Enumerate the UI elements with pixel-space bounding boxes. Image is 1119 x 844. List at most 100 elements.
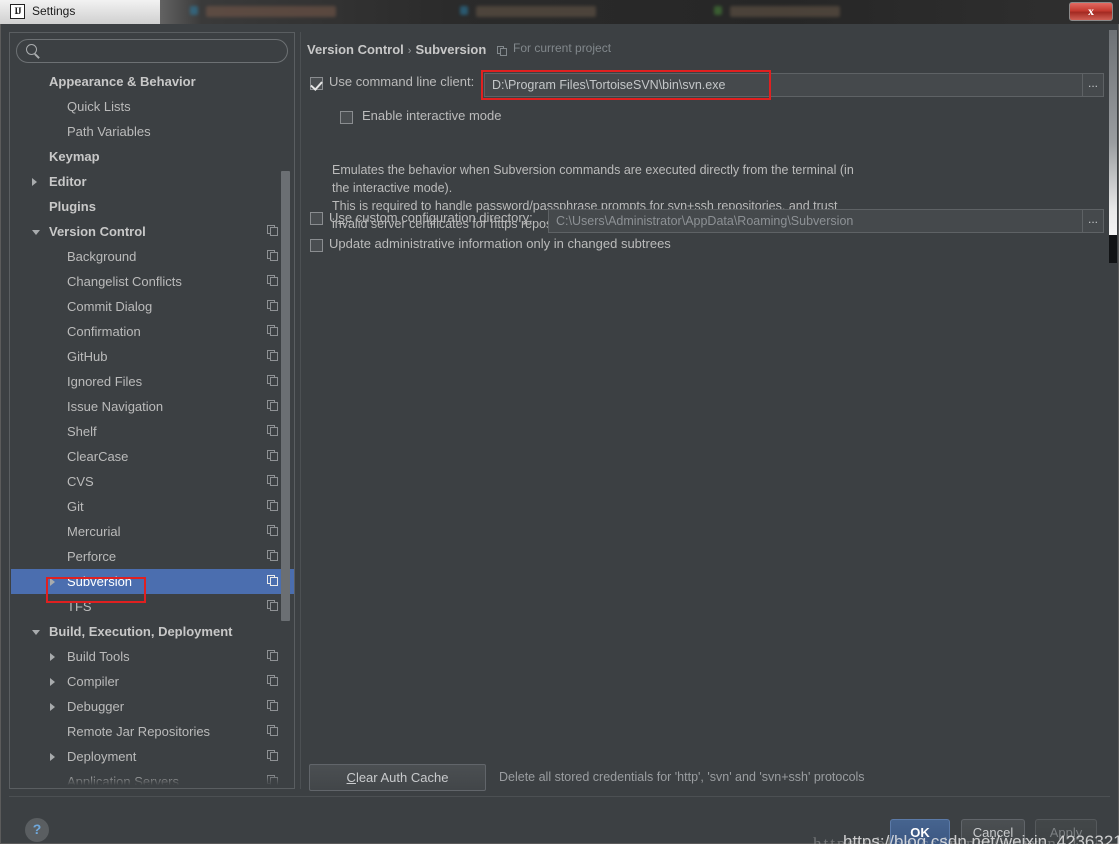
sidebar-item-keymap[interactable]: Keymap	[11, 144, 294, 169]
breadcrumb-root[interactable]: Version Control	[307, 42, 404, 57]
chevron-right-icon[interactable]	[50, 653, 55, 661]
copy-settings-icon[interactable]	[267, 350, 279, 362]
sidebar-item-label: Mercurial	[67, 524, 121, 539]
copy-settings-icon[interactable]	[267, 725, 279, 737]
sidebar-item-label: TFS	[67, 599, 92, 614]
use-command-line-client-checkbox[interactable]	[310, 77, 323, 90]
sidebar-item-mercurial[interactable]: Mercurial	[11, 519, 294, 544]
sidebar-item-ignored-files[interactable]: Ignored Files	[11, 369, 294, 394]
sidebar-item-issue-navigation[interactable]: Issue Navigation	[11, 394, 294, 419]
clear-auth-cache-note: Delete all stored credentials for 'http'…	[499, 770, 865, 784]
sidebar-item-clearcase[interactable]: ClearCase	[11, 444, 294, 469]
search-input[interactable]	[45, 41, 281, 61]
scope-label: For current project	[513, 41, 612, 55]
copy-settings-icon[interactable]	[267, 400, 279, 412]
sidebar-item-label: CVS	[67, 474, 94, 489]
copy-settings-icon[interactable]	[267, 650, 279, 662]
browse-custom-configuration-directory-button[interactable]: ...	[1082, 209, 1104, 233]
copy-settings-icon[interactable]	[267, 575, 279, 587]
chevron-right-icon[interactable]	[50, 753, 55, 761]
browse-command-line-client-button[interactable]: ...	[1082, 73, 1104, 97]
sidebar-item-compiler[interactable]: Compiler	[11, 669, 294, 694]
sidebar-item-cvs[interactable]: CVS	[11, 469, 294, 494]
sidebar-item-label: Path Variables	[67, 124, 151, 139]
chevron-down-icon[interactable]	[32, 230, 40, 235]
sidebar-item-label: ClearCase	[67, 449, 129, 464]
sidebar-item-label: Git	[67, 499, 84, 514]
copy-settings-icon[interactable]	[267, 325, 279, 337]
sidebar-item-label: Remote Jar Repositories	[67, 724, 211, 739]
ok-button[interactable]: OK	[890, 819, 950, 844]
copy-settings-icon[interactable]	[267, 450, 279, 462]
sidebar-item-label: Ignored Files	[67, 374, 143, 389]
chevron-down-icon[interactable]	[32, 630, 40, 635]
copy-settings-icon[interactable]	[267, 600, 279, 612]
chevron-right-icon[interactable]	[50, 703, 55, 711]
ghost-tab-1	[206, 6, 336, 17]
project-scope-icon	[497, 46, 508, 57]
copy-settings-icon[interactable]	[267, 375, 279, 387]
enable-interactive-mode-checkbox[interactable]	[340, 111, 353, 124]
command-line-client-path-input[interactable]: D:\Program Files\TortoiseSVN\bin\svn.exe	[484, 73, 1085, 97]
sidebar-item-debugger[interactable]: Debugger	[11, 694, 294, 719]
sidebar-item-deployment[interactable]: Deployment	[11, 744, 294, 769]
sidebar-item-version-control[interactable]: Version Control	[11, 219, 294, 244]
sidebar-item-confirmation[interactable]: Confirmation	[11, 319, 294, 344]
copy-settings-icon[interactable]	[267, 700, 279, 712]
copy-settings-icon[interactable]	[267, 250, 279, 262]
sidebar-item-editor[interactable]: Editor	[11, 169, 294, 194]
chevron-right-icon[interactable]	[32, 178, 37, 186]
main-panel-scrollbar-track[interactable]	[1109, 235, 1117, 263]
description-line-1: Emulates the behavior when Subversion co…	[332, 163, 854, 177]
copy-settings-icon[interactable]	[267, 300, 279, 312]
sidebar-item-shelf[interactable]: Shelf	[11, 419, 294, 444]
sidebar-item-plugins[interactable]: Plugins	[11, 194, 294, 219]
sidebar-main-divider	[300, 32, 301, 789]
main-panel-scrollbar[interactable]	[1109, 30, 1117, 235]
help-button[interactable]: ?	[25, 818, 49, 842]
copy-settings-icon[interactable]	[267, 525, 279, 537]
sidebar-item-remote-jar-repositories[interactable]: Remote Jar Repositories	[11, 719, 294, 744]
sidebar-item-label: Editor	[49, 174, 87, 189]
sidebar-item-perforce[interactable]: Perforce	[11, 544, 294, 569]
copy-settings-icon[interactable]	[267, 275, 279, 287]
chevron-right-icon[interactable]	[50, 678, 55, 686]
sidebar-item-github[interactable]: GitHub	[11, 344, 294, 369]
sidebar-item-quick-lists[interactable]: Quick Lists	[11, 94, 294, 119]
sidebar-scrollbar-thumb[interactable]	[281, 171, 290, 621]
chevron-right-icon[interactable]	[50, 578, 55, 586]
copy-settings-icon[interactable]	[267, 550, 279, 562]
copy-settings-icon[interactable]	[267, 425, 279, 437]
sidebar-item-label: Shelf	[67, 424, 97, 439]
ghost-tab-icon-3	[714, 6, 722, 15]
sidebar-item-path-variables[interactable]: Path Variables	[11, 119, 294, 144]
sidebar-item-background[interactable]: Background	[11, 244, 294, 269]
sidebar-item-label: Keymap	[49, 149, 100, 164]
sidebar-item-commit-dialog[interactable]: Commit Dialog	[11, 294, 294, 319]
clear-auth-cache-button[interactable]: Clear Auth Cache	[309, 764, 486, 791]
copy-settings-icon[interactable]	[267, 500, 279, 512]
sidebar-item-appearance-behavior[interactable]: Appearance & Behavior	[11, 69, 294, 94]
custom-configuration-directory-input[interactable]: C:\Users\Administrator\AppData\Roaming\S…	[548, 209, 1085, 233]
sidebar-item-git[interactable]: Git	[11, 494, 294, 519]
update-administrative-information-checkbox[interactable]	[310, 239, 323, 252]
copy-settings-icon[interactable]	[267, 225, 279, 237]
settings-search-box[interactable]	[16, 39, 288, 63]
sidebar-item-label: Issue Navigation	[67, 399, 164, 414]
use-custom-configuration-directory-checkbox[interactable]	[310, 212, 323, 225]
copy-settings-icon[interactable]	[267, 750, 279, 762]
settings-tree[interactable]: Appearance & Behavior Quick Lists Path Var…	[11, 69, 294, 787]
sidebar-item-build-execution-deployment[interactable]: Build, Execution, Deployment	[11, 619, 294, 644]
sidebar-item-build-tools[interactable]: Build Tools	[11, 644, 294, 669]
close-window-button[interactable]: x	[1069, 2, 1113, 21]
copy-settings-icon[interactable]	[267, 475, 279, 487]
cancel-button[interactable]: Cancel	[961, 819, 1025, 844]
copy-settings-icon[interactable]	[267, 675, 279, 687]
sidebar-item-changelist-conflicts[interactable]: Changelist Conflicts	[11, 269, 294, 294]
sidebar-item-tfs[interactable]: TFS	[11, 594, 294, 619]
settings-sidebar: Appearance & Behavior Quick Lists Path Var…	[9, 32, 295, 789]
sidebar-item-subversion[interactable]: Subversion	[11, 569, 294, 594]
apply-button[interactable]: Apply	[1035, 819, 1097, 844]
sidebar-item-label: Subversion	[67, 574, 133, 589]
sidebar-item-label: Appearance & Behavior	[49, 74, 196, 89]
